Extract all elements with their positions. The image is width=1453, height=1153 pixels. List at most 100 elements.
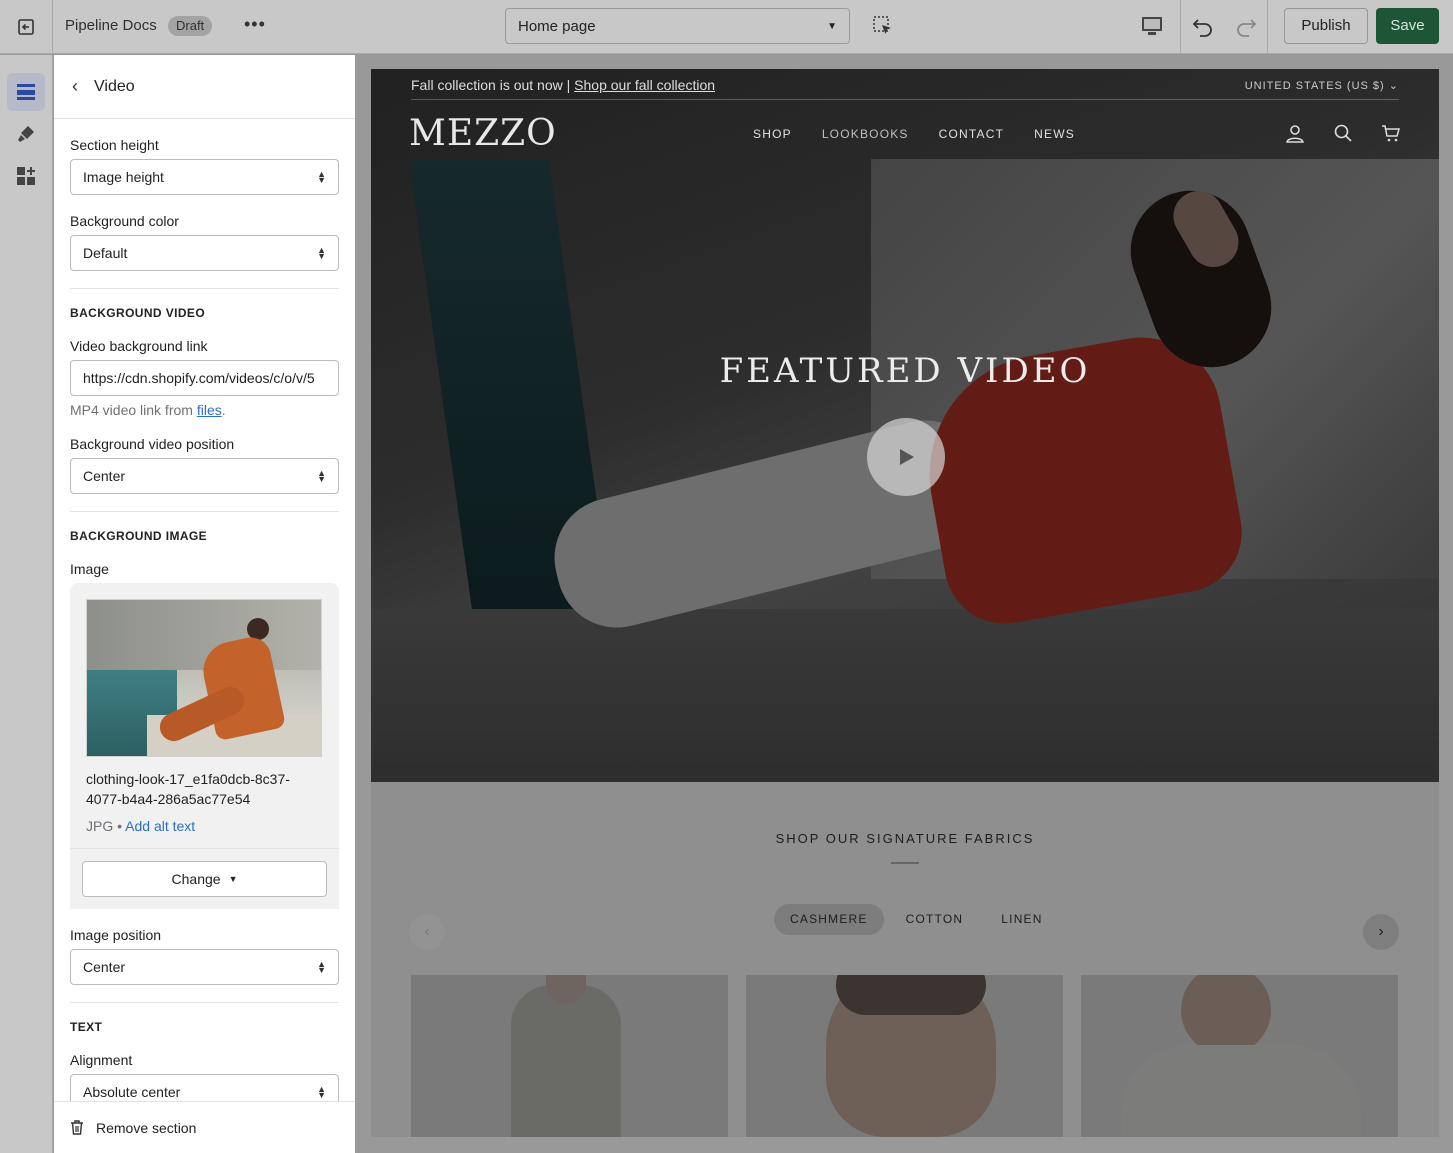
divider (70, 511, 339, 512)
status-badge: Draft (168, 16, 213, 36)
desktop-icon[interactable] (1140, 15, 1164, 37)
caret-down-icon: ▼ (228, 874, 238, 884)
image-thumbnail[interactable] (86, 599, 322, 757)
select-arrows-icon: ▲ ▼ (317, 959, 326, 975)
inspector-icon[interactable] (872, 15, 894, 37)
image-meta: JPG • Add alt text (86, 818, 196, 834)
store-logo[interactable]: MEZZO (409, 113, 557, 154)
image-type: JPG (86, 818, 114, 834)
remove-section-button[interactable]: Remove section (54, 1101, 355, 1153)
background-video-heading: BACKGROUND VIDEO (70, 306, 206, 320)
product-card[interactable] (411, 975, 728, 1137)
panel-header: ‹ Video (54, 55, 355, 119)
history-controls (1180, 0, 1268, 54)
remove-section-label: Remove section (96, 1119, 197, 1136)
divider (411, 99, 1399, 100)
page-selector[interactable]: Home page ▼ (505, 8, 850, 44)
announcement-text: Fall collection is out now | (411, 77, 571, 93)
account-icon[interactable] (1285, 123, 1305, 143)
carousel-next-button[interactable]: › (1363, 914, 1399, 950)
alignment-value: Absolute center (83, 1084, 181, 1100)
publish-button[interactable]: Publish (1284, 8, 1368, 44)
more-icon[interactable]: ••• (244, 14, 266, 35)
announcement-link[interactable]: Shop our fall collection (574, 77, 715, 93)
nav-item-lookbooks[interactable]: LOOKBOOKS (822, 127, 909, 141)
background-image-heading: BACKGROUND IMAGE (70, 529, 208, 543)
panel-title: Video (94, 77, 135, 95)
video-position-value: Center (83, 468, 126, 484)
back-chevron-icon[interactable]: ‹ (72, 76, 78, 97)
image-position-select[interactable]: Center ▲ ▼ (70, 949, 339, 985)
tab-linen[interactable]: LINEN (985, 904, 1058, 935)
select-arrows-icon: ▲ ▼ (317, 1084, 326, 1100)
tab-cotton[interactable]: COTTON (890, 904, 980, 935)
apps-tab[interactable] (7, 157, 45, 195)
store-name: Pipeline Docs (65, 17, 157, 34)
caret-down-icon: ▼ (827, 20, 837, 32)
nav-item-contact[interactable]: CONTACT (939, 127, 1005, 141)
select-arrows-icon: ▲ ▼ (317, 245, 326, 261)
carousel-prev-button[interactable]: ‹ (409, 914, 445, 950)
search-icon[interactable] (1333, 123, 1353, 143)
video-link-input[interactable]: https://cdn.shopify.com/videos/c/o/v/5 (70, 360, 339, 396)
select-arrows-icon: ▲ ▼ (317, 468, 326, 484)
background-color-select[interactable]: Default ▲ ▼ (70, 235, 339, 271)
image-position-label: Image position (70, 927, 162, 943)
play-button[interactable] (867, 418, 945, 496)
video-position-select[interactable]: Center ▲ ▼ (70, 458, 339, 494)
redo-icon[interactable] (1234, 15, 1258, 39)
play-icon (900, 449, 914, 465)
exit-icon (18, 19, 34, 35)
video-link-help-text: MP4 video link from (70, 402, 193, 418)
alignment-label: Alignment (70, 1052, 133, 1068)
image-filename: clothing-look-17_e1fa0dcb-8c37-4077-b4a4… (86, 771, 290, 807)
text-heading: TEXT (70, 1020, 103, 1034)
background-color-label: Background color (70, 213, 179, 229)
undo-icon[interactable] (1191, 15, 1215, 39)
files-link[interactable]: files (197, 402, 222, 418)
hero-title: FEATURED VIDEO (719, 351, 1091, 391)
chevron-right-icon: › (1378, 923, 1384, 940)
chevron-down-icon: ⌄ (1388, 80, 1399, 92)
change-wrap: Change ▼ (70, 848, 339, 909)
section-height-label: Section height (70, 137, 159, 153)
apps-icon (17, 167, 35, 185)
add-alt-text-link[interactable]: Add alt text (125, 818, 195, 834)
background-color-value: Default (83, 245, 128, 261)
divider (70, 288, 339, 289)
theme-settings-icon (18, 126, 34, 142)
change-label: Change (171, 871, 221, 887)
select-arrows-icon: ▲ ▼ (317, 169, 326, 185)
fabric-tabs: CASHMERE COTTON LINEN (774, 904, 1059, 935)
nav-item-news[interactable]: NEWS (1034, 127, 1075, 141)
sections-icon (17, 84, 35, 100)
header-icons (1285, 123, 1401, 143)
section-height-value: Image height (83, 169, 164, 185)
country-selector[interactable]: UNITED STATES (US $) ⌄ (1245, 79, 1399, 92)
save-button[interactable]: Save (1376, 8, 1439, 44)
image-label: Image (70, 561, 109, 577)
cart-icon[interactable] (1381, 123, 1401, 143)
chevron-left-icon: ‹ (424, 923, 430, 940)
product-card[interactable] (1081, 975, 1398, 1137)
section-height-select[interactable]: Image height ▲ ▼ (70, 159, 339, 195)
nav-item-shop[interactable]: SHOP (753, 127, 792, 141)
left-rail (0, 55, 53, 1153)
tab-cashmere[interactable]: CASHMERE (774, 904, 884, 935)
exit-button[interactable] (0, 0, 53, 54)
page-selector-label: Home page (518, 17, 596, 35)
video-link-label: Video background link (70, 338, 208, 354)
video-link-help: MP4 video link from files. (70, 402, 226, 418)
fabrics-title: SHOP OUR SIGNATURE FABRICS (775, 831, 1035, 846)
top-bar: Pipeline Docs Draft ••• Home page ▼ Publ… (0, 0, 1453, 54)
theme-settings-tab[interactable] (7, 115, 45, 153)
image-position-value: Center (83, 959, 126, 975)
image-card: clothing-look-17_e1fa0dcb-8c37-4077-b4a4… (70, 583, 339, 909)
change-button[interactable]: Change ▼ (82, 861, 327, 897)
settings-panel: ‹ Video Section height Image height ▲ ▼ B… (54, 55, 355, 1153)
trash-icon (71, 1120, 83, 1135)
hero-video-section[interactable]: Fall collection is out now | Shop our fa… (371, 69, 1439, 782)
sections-tab[interactable] (7, 73, 45, 111)
product-card[interactable] (746, 975, 1063, 1137)
divider (70, 1002, 339, 1003)
